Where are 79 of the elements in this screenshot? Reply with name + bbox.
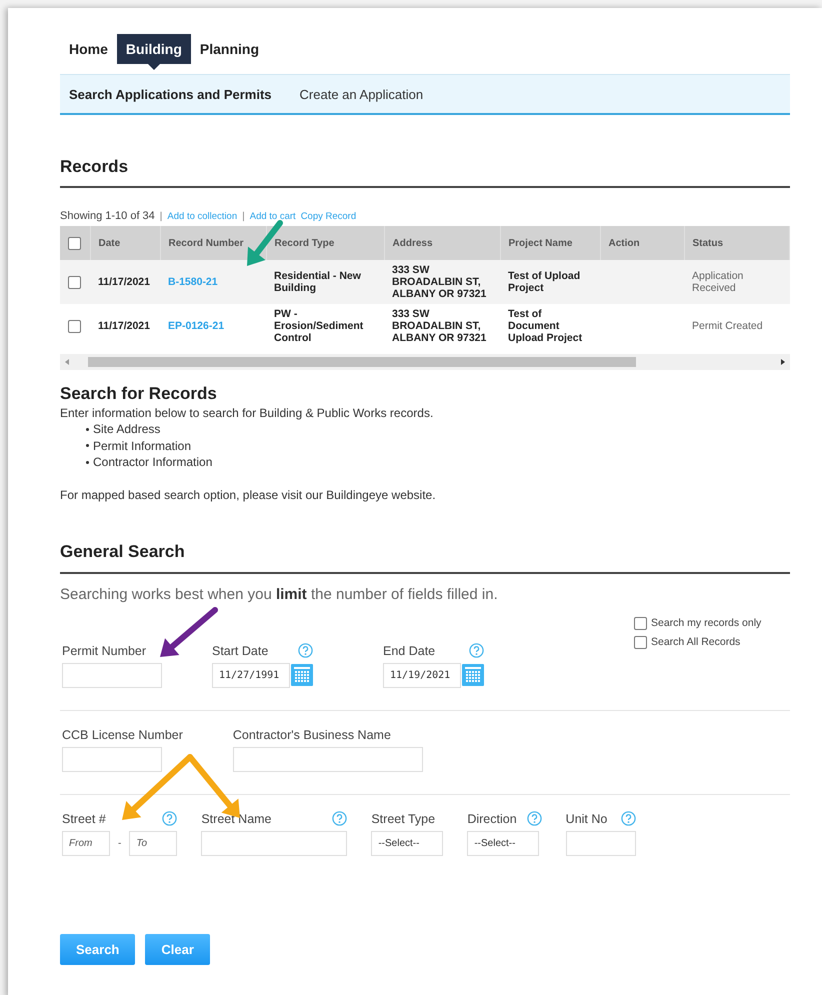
bullet-item: Contractor Information xyxy=(93,454,212,470)
section-heading: Records xyxy=(60,157,130,177)
table-cell: Test of Upload Project xyxy=(500,260,600,304)
bullet-item: Permit Information xyxy=(93,438,192,454)
field-label: End Date xyxy=(383,644,436,658)
nav-tab[interactable]: Building xyxy=(116,34,191,64)
hint-text: Searching works best when you limit the number of fields filled in. xyxy=(60,586,499,602)
column-header[interactable]: Address xyxy=(384,226,500,260)
action-link[interactable]: Add to cart xyxy=(250,210,296,222)
field-label: Street Name xyxy=(201,812,272,826)
action-link[interactable]: Copy Record xyxy=(300,210,356,222)
field-label: Direction xyxy=(467,812,517,826)
help-icon[interactable] xyxy=(162,811,178,826)
text-field[interactable] xyxy=(232,746,423,772)
select-dropdown[interactable]: --Select-- xyxy=(371,830,444,856)
table-cell: 11/17/2021 xyxy=(90,304,160,348)
record-link[interactable]: B-1580-21 xyxy=(168,276,218,288)
section-heading: General Search xyxy=(60,542,186,562)
checkbox[interactable] xyxy=(634,616,647,630)
table-cell: Test of Document Upload Project xyxy=(500,304,600,348)
action-link[interactable]: Add to collection xyxy=(167,210,238,222)
subnav-link[interactable]: Search Applications and Permits xyxy=(69,86,272,102)
intro-text: Enter information below to search for Building & Public Works records. xyxy=(60,406,434,420)
help-icon[interactable] xyxy=(620,811,636,826)
record-link[interactable]: EP-0126-21 xyxy=(168,320,224,332)
checkbox[interactable] xyxy=(68,320,81,332)
calendar-icon[interactable] xyxy=(291,664,313,686)
section-heading: Search for Records xyxy=(60,384,218,404)
help-icon[interactable] xyxy=(298,643,313,658)
column-header[interactable]: Status xyxy=(684,226,790,260)
field-label: Permit Number xyxy=(62,644,146,658)
to-field[interactable]: To xyxy=(129,830,178,856)
table-cell: 333 SW BROADALBIN ST, ALBANY OR 97321 xyxy=(384,260,500,304)
bullet-item: Site Address xyxy=(93,421,160,438)
field-label: Start Date xyxy=(212,644,268,658)
checkbox[interactable] xyxy=(68,236,81,250)
nav-tab[interactable]: Planning xyxy=(190,34,268,64)
column-header[interactable]: Action xyxy=(600,226,684,260)
text-field[interactable] xyxy=(62,662,162,688)
note-text: For mapped based search option, please visit our Buildingeye website. xyxy=(60,488,437,502)
column-header[interactable]: Record Number xyxy=(160,226,266,260)
action-button[interactable]: Search xyxy=(60,934,136,964)
table-cell: Residential - New Building xyxy=(266,260,384,304)
subnav-link[interactable]: Create an Application xyxy=(300,86,424,102)
help-icon[interactable] xyxy=(332,811,348,826)
table-cell: 11/17/2021 xyxy=(90,260,160,304)
date-field[interactable]: 11/27/1991 xyxy=(212,662,290,688)
results-count: Showing 1-10 of 34 xyxy=(60,210,155,222)
table-cell: PW - Erosion/Sediment Control xyxy=(266,304,384,348)
range-dash: - xyxy=(118,838,122,848)
separator: | xyxy=(160,210,162,222)
from-field[interactable]: From xyxy=(62,830,110,856)
help-icon[interactable] xyxy=(526,811,542,826)
action-button[interactable]: Clear xyxy=(145,934,210,964)
field-label: Unit No xyxy=(566,812,608,826)
date-field[interactable]: 11/19/2021 xyxy=(383,662,461,688)
calendar-icon[interactable] xyxy=(462,664,484,686)
table-cell: Application Received xyxy=(684,260,790,304)
select-dropdown[interactable]: --Select-- xyxy=(467,830,540,856)
checkbox-label: Search All Records xyxy=(651,636,740,648)
field-label: CCB License Number xyxy=(62,728,183,742)
column-header[interactable]: Record Type xyxy=(266,226,384,260)
field-label: Street # xyxy=(62,812,106,826)
text-field[interactable] xyxy=(201,830,348,856)
checkbox-label: Search my records only xyxy=(651,617,762,629)
table-cell: 333 SW BROADALBIN ST, ALBANY OR 97321 xyxy=(384,304,500,348)
text-field[interactable] xyxy=(566,830,636,856)
field-label: Contractor's Business Name xyxy=(232,728,391,742)
checkbox[interactable] xyxy=(68,276,81,288)
help-icon[interactable] xyxy=(469,643,484,658)
text-field[interactable] xyxy=(62,746,162,772)
horizontal-scrollbar[interactable] xyxy=(60,354,790,370)
column-header[interactable]: Project Name xyxy=(500,226,600,260)
column-header[interactable]: Date xyxy=(90,226,160,260)
table-cell: Permit Created xyxy=(684,304,790,348)
field-label: Street Type xyxy=(371,812,436,826)
separator: | xyxy=(242,210,245,222)
nav-tab[interactable]: Home xyxy=(60,34,117,64)
checkbox[interactable] xyxy=(634,636,647,648)
